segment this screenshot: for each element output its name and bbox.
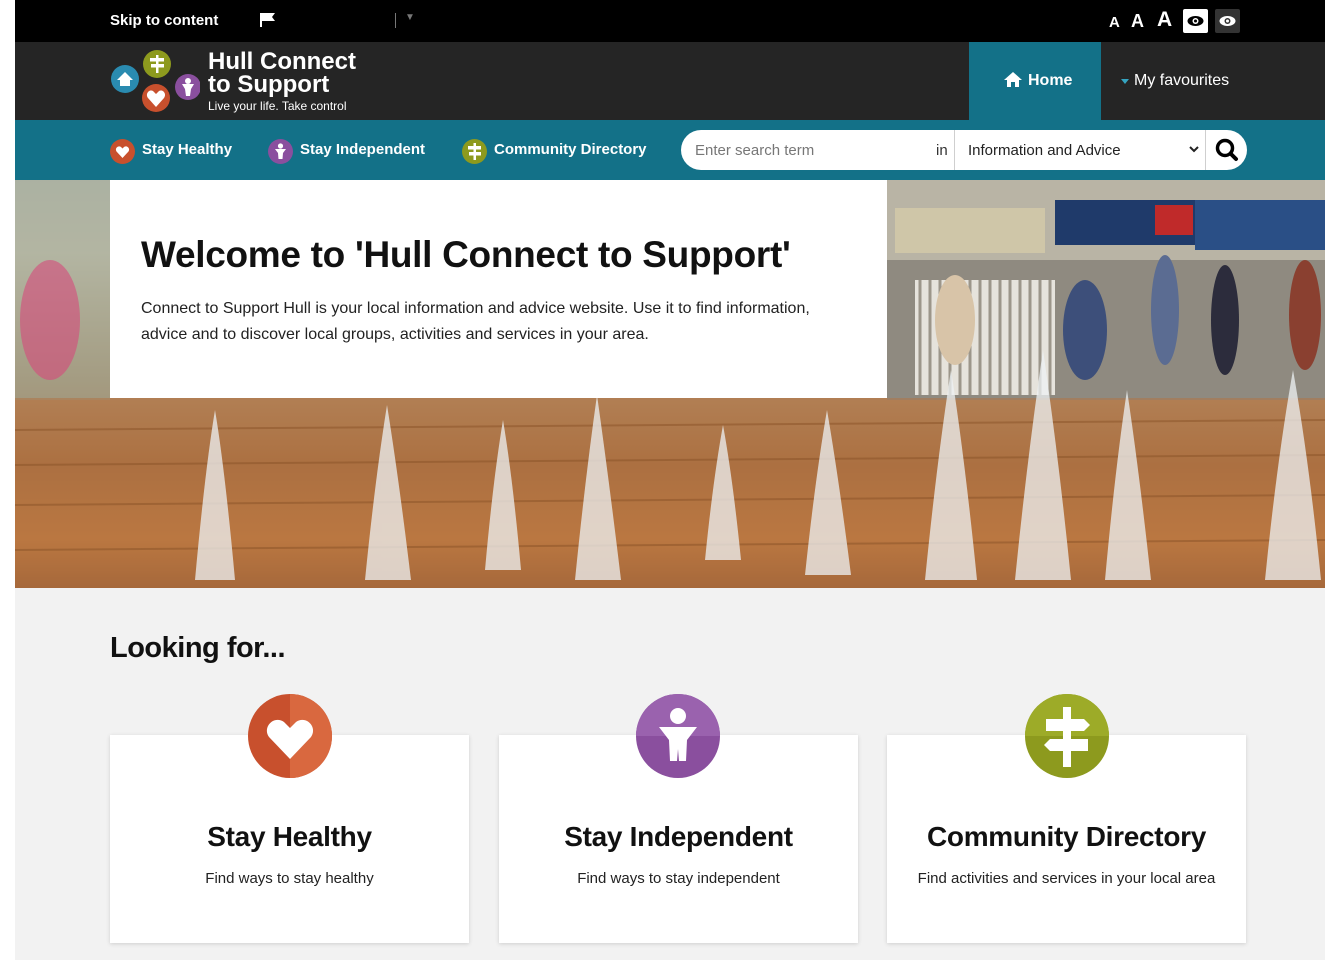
search-button[interactable] — [1206, 130, 1247, 170]
nav-my-favourites-label: My favourites — [1134, 72, 1230, 89]
search-input[interactable] — [695, 138, 925, 162]
home-icon — [1004, 72, 1022, 87]
skip-to-content-link[interactable]: Skip to content — [110, 12, 218, 29]
language-dropdown[interactable]: ▼ — [393, 11, 433, 31]
utility-bar: Skip to content ▼ A A A — [15, 0, 1325, 42]
signpost-icon[interactable] — [1024, 693, 1110, 779]
nav-stay-healthy[interactable]: Stay Healthy — [110, 138, 260, 164]
card-title: Stay Independent — [564, 821, 793, 852]
site-name: Hull Connect to Support — [208, 48, 356, 98]
nav-stay-healthy-label: Stay Healthy — [142, 141, 233, 158]
site-header: Hull Connect to Support Live your life. … — [15, 42, 1325, 120]
nav-community-directory[interactable]: Community Directory — [462, 138, 672, 164]
site-tagline: Live your life. Take control — [208, 99, 347, 113]
nav-home-label: Home — [1028, 72, 1073, 89]
nav-home[interactable]: Home — [969, 42, 1101, 120]
welcome-heading: Welcome to 'Hull Connect to Support' — [141, 234, 791, 275]
nav-my-favourites[interactable]: My favourites — [1111, 42, 1301, 120]
welcome-text: Connect to Support Hull is your local in… — [141, 300, 810, 343]
chevron-down-icon: ▼ — [405, 12, 415, 23]
card-title: Community Directory — [926, 821, 1207, 852]
category-nav: Stay Healthy Stay Independent Community … — [15, 120, 1325, 180]
site-logo[interactable] — [110, 49, 200, 113]
heart-icon — [110, 139, 135, 164]
welcome-panel: Welcome to 'Hull Connect to Support' Con… — [110, 180, 887, 398]
chevron-down-icon — [1189, 146, 1199, 153]
text-size-medium-button[interactable]: A — [1131, 11, 1144, 32]
person-icon — [268, 139, 293, 164]
card-description: Find activities and services in your loc… — [917, 870, 1216, 887]
search-scope-select[interactable]: Information and Advice — [968, 142, 1121, 159]
card-title: Stay Healthy — [207, 821, 372, 852]
contrast-light-button[interactable] — [1183, 9, 1208, 33]
nav-stay-independent[interactable]: Stay Independent — [268, 138, 448, 164]
hero-banner: Welcome to 'Hull Connect to Support' Con… — [15, 180, 1325, 588]
site-name-line1: Hull Connect — [208, 48, 356, 75]
search-in-label: in — [936, 142, 948, 159]
flag-icon[interactable] — [259, 12, 277, 28]
person-icon[interactable] — [635, 693, 721, 779]
page: Skip to content ▼ A A A Hull Connect to … — [15, 0, 1325, 960]
nav-community-directory-label: Community Directory — [494, 141, 647, 158]
looking-for-heading: Looking for... — [110, 632, 286, 664]
card-description: Find ways to stay healthy — [205, 870, 374, 887]
signpost-icon — [462, 139, 487, 164]
search-icon — [1215, 138, 1238, 161]
nav-stay-independent-label: Stay Independent — [300, 141, 426, 158]
search-form: in Information and Advice — [681, 130, 1247, 170]
text-size-small-button[interactable]: A — [1109, 14, 1120, 31]
heart-icon[interactable] — [247, 693, 333, 779]
site-name-line2: to Support — [208, 71, 330, 98]
search-divider — [954, 130, 955, 170]
contrast-dark-button[interactable] — [1215, 9, 1240, 33]
dropdown-caret-icon — [1121, 79, 1129, 84]
text-size-large-button[interactable]: A — [1157, 8, 1172, 32]
card-description: Find ways to stay independent — [577, 870, 780, 887]
